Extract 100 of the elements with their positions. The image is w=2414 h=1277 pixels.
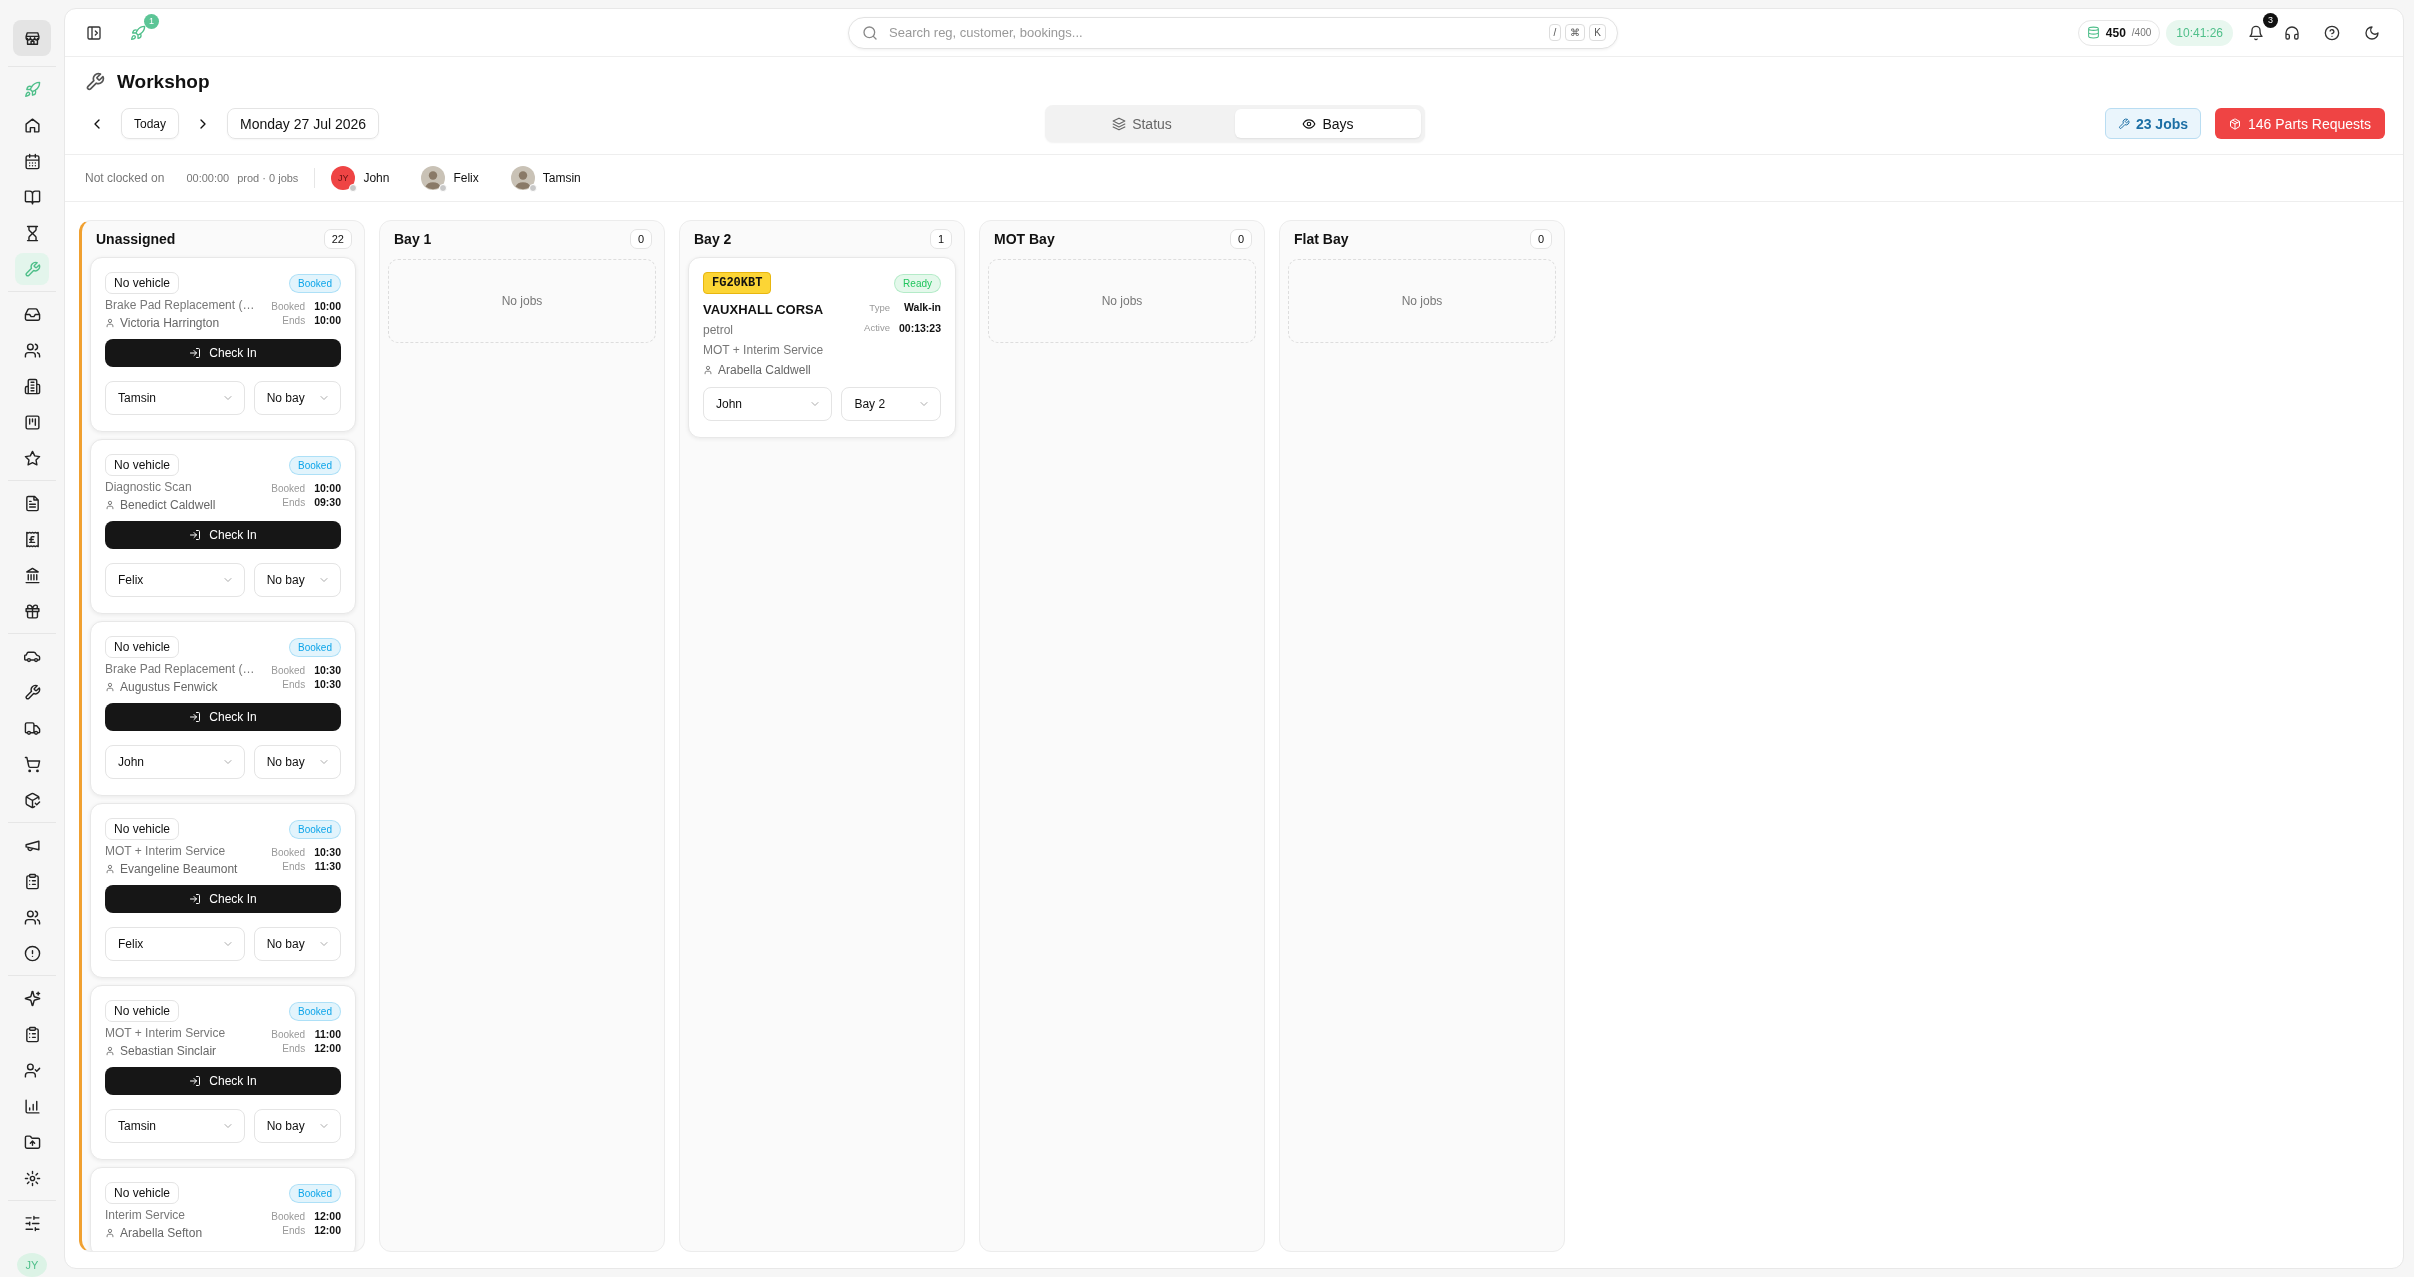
clipboard-icon [23,872,41,890]
clock-status: Not clocked on [85,171,165,185]
time-value: 11:00 [314,1028,341,1040]
time-value: Walk-in [903,301,941,314]
job-card[interactable]: No vehicle Booked Interim Service Arabella Sefton Booked 12:00 Ends 12:00 [90,1167,356,1251]
folder-icon [23,1133,41,1151]
column-title: Bay 2 [694,231,732,247]
job-card[interactable]: No vehicle Booked Brake Pad Replacement (… Victoria Harrington Booked 10:00 Ends 10:00 Check In Tamsin No bay [90,257,356,432]
shortcut-key: ⌘ [1565,23,1586,41]
technician-chip[interactable]: JY John [331,164,390,192]
job-card[interactable]: No vehicle Booked Brake Pad Replacement (… Augustus Fenwick Booked 10:30 Ends 10:30 Check In John No bay [90,621,356,796]
job-card[interactable]: FG20KBT Ready VAUXHALL CORSA petrol Type Walk-in Active 00:13:23 MOT + Interim Service Arabella Caldwell John Bay 2 [688,257,956,438]
rocket-icon [130,24,146,41]
view-tab[interactable]: Bays [1235,109,1421,138]
wrench-icon [23,683,41,701]
users-icon [23,341,41,359]
empty-state: No jobs [988,259,1256,343]
board-icon [23,413,41,431]
time-value: 12:00 [314,1224,341,1236]
store-icon [23,29,41,47]
check-in-button[interactable]: Check In [105,521,341,549]
vehicle-tag: No vehicle [105,1182,180,1204]
nav-item[interactable] [13,20,51,56]
parts-requests-button[interactable]: 146 Parts Requests [2215,108,2385,139]
bay-select[interactable]: No bay [253,381,341,415]
clock-time: 00:00:00 [186,172,230,184]
database-icon [2086,26,2100,39]
status-badge: Booked [289,1001,341,1021]
status-badge: Booked [289,273,341,293]
login-icon [189,1075,202,1087]
technician-select[interactable]: John [105,745,245,779]
customer-name: Sebastian Sinclair [120,1044,217,1058]
time-label: Booked [271,846,306,858]
login-icon [189,893,202,905]
bay-select[interactable]: Bay 2 [841,387,941,421]
bay-select[interactable]: No bay [253,563,341,597]
login-icon [189,347,202,359]
service-name: MOT + Interim Service [105,844,227,858]
check-in-button[interactable]: Check In [105,1067,341,1095]
today-button[interactable]: Today [121,108,180,139]
vehicle-tag: No vehicle [105,1000,180,1022]
productivity-summary: prod · 0 jobs [237,172,299,184]
person-icon [105,1046,115,1056]
job-card[interactable]: No vehicle Booked Diagnostic Scan Benedict Caldwell Booked 10:00 Ends 09:30 Check In Felix No bay [90,439,356,614]
status-badge: Booked [289,455,341,475]
time-label: Booked [271,482,306,494]
check-in-button[interactable]: Check In [105,703,341,731]
users-icon [23,908,41,926]
bay-select[interactable]: No bay [253,1109,341,1143]
view-tab[interactable]: Status [1049,109,1235,138]
vehicle-name: VAUXHALL CORSA [703,302,825,317]
settings-icon [23,1169,41,1187]
person-icon [105,682,115,692]
job-card[interactable]: No vehicle Booked MOT + Interim Service Sebastian Sinclair Booked 11:00 Ends 12:00 Check In Tamsin No bay [90,985,356,1160]
time-label: Booked [271,664,306,676]
document-icon [23,494,41,512]
bay-select[interactable]: No bay [253,927,341,961]
technician-select[interactable]: Tamsin [105,381,245,415]
time-value: 10:30 [314,678,341,690]
count-badge: 1 [929,229,952,249]
bay-select[interactable]: No bay [253,745,341,779]
check-in-button[interactable]: Check In [105,885,341,913]
avatar: JY [331,166,356,190]
time-value: 10:30 [314,846,341,858]
time-label: Ends [281,496,306,508]
check-in-button[interactable]: Check In [105,339,341,367]
count-badge: 0 [1229,229,1252,249]
time-value: 10:00 [314,300,341,312]
technician-select[interactable]: John [703,387,833,421]
customer-name: Arabella Sefton [120,1226,203,1240]
technician-chip[interactable]: Felix [421,164,479,192]
notifications-button[interactable] [2247,23,2265,42]
book-icon [23,188,41,206]
person-icon [703,365,713,375]
time-label: Ends [281,1224,306,1236]
jobs-button[interactable]: 23 Jobs [2104,108,2202,139]
sparkles-icon [23,989,41,1007]
date-picker[interactable]: Monday 27 Jul 2026 [227,108,380,139]
gift-icon [23,602,41,620]
avatar [421,166,446,190]
status-badge: Booked [289,1183,341,1203]
truck-icon [23,719,41,737]
technician-select[interactable]: Felix [105,927,245,961]
column-title: Unassigned [96,231,176,247]
time-value: 10:00 [314,482,341,494]
time-label: Ends [281,678,306,690]
technician-select[interactable]: Tamsin [105,1109,245,1143]
service-name: Diagnostic Scan [105,480,193,494]
eye-icon [1302,116,1317,131]
column-title: Bay 1 [394,231,432,247]
technician-select[interactable]: Felix [105,563,245,597]
time-value: 09:30 [314,496,341,508]
bank-icon [23,566,41,584]
person-icon [105,318,115,328]
inbox-icon [23,305,41,323]
technician-chip[interactable]: Tamsin [510,164,581,192]
package-icon [2229,117,2242,130]
count-badge: 0 [629,229,652,249]
fuel-type: petrol [703,323,735,337]
job-card[interactable]: No vehicle Booked MOT + Interim Service Evangeline Beaumont Booked 10:30 Ends 11:30 Check In Felix No bay [90,803,356,978]
